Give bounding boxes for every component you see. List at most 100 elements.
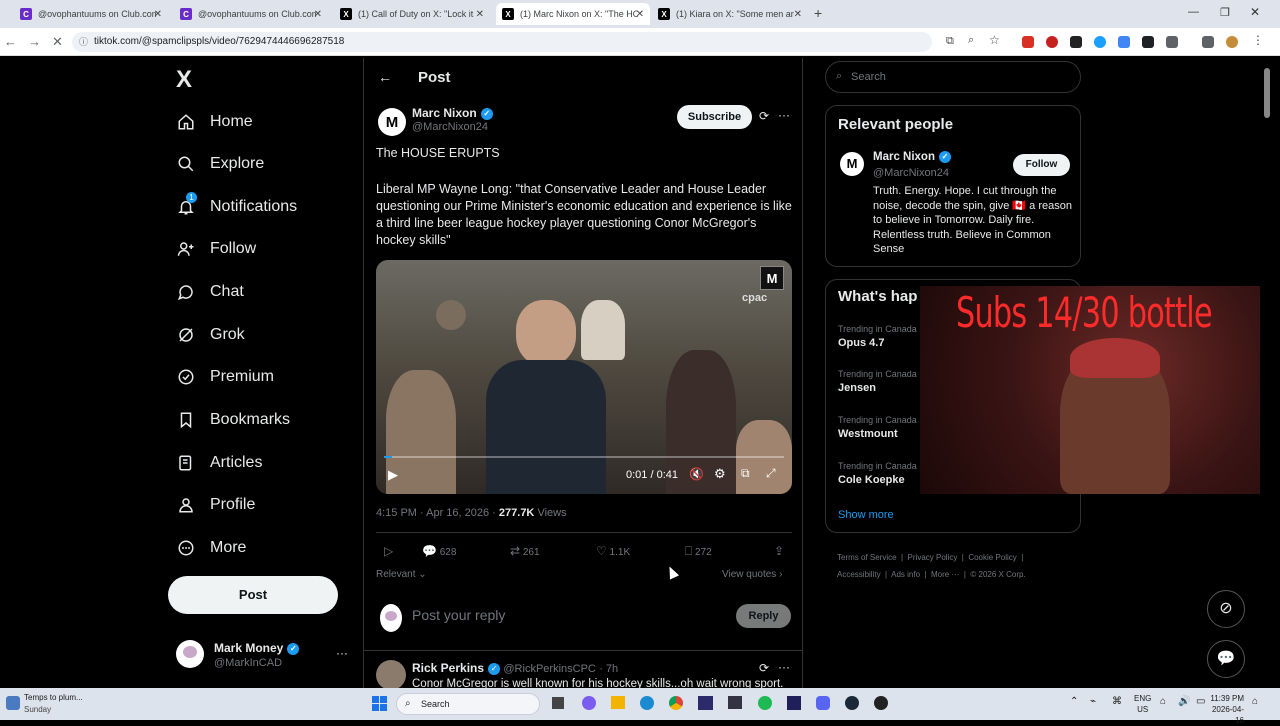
nav-notifications[interactable]: 1 Notifications xyxy=(176,192,297,217)
post-button[interactable]: Post xyxy=(168,576,338,614)
footer-link[interactable]: Cookie Policy xyxy=(968,553,1016,562)
nav-more[interactable]: More xyxy=(176,538,246,558)
task-view-icon[interactable] xyxy=(552,697,564,709)
play-icon[interactable]: ▶ xyxy=(388,467,398,483)
windows-start-icon[interactable] xyxy=(372,696,388,712)
author-handle[interactable]: @MarcNixon24 xyxy=(412,121,488,133)
reply-more-icon[interactable]: ··· xyxy=(778,660,790,674)
bookmark-star-icon[interactable]: ☆ xyxy=(989,33,1000,47)
tray-overflow-icon[interactable]: ⌃ xyxy=(1070,696,1078,707)
follow-button[interactable]: Follow xyxy=(1013,154,1070,176)
nav-follow[interactable]: Follow xyxy=(176,239,256,259)
nav-grok[interactable]: Grok xyxy=(176,325,245,345)
battery-icon[interactable]: ▭ xyxy=(1196,696,1205,707)
spotify-icon[interactable] xyxy=(758,696,772,710)
trend-item[interactable]: Trending in Canada Cole Koepke xyxy=(838,461,917,486)
browser-tab-3[interactable]: X (1) Call of Duty on X: "Lock it in ✕ xyxy=(334,3,490,25)
tray-app-icon[interactable]: ⌁ xyxy=(1090,696,1096,707)
tab-close-icon[interactable]: ✕ xyxy=(314,9,322,20)
reply-button[interactable]: Reply xyxy=(736,604,791,628)
search-input[interactable]: Search xyxy=(851,71,886,83)
chrome-icon[interactable] xyxy=(669,696,683,710)
pip-icon[interactable]: ⧉ xyxy=(741,466,750,481)
scrollbar-thumb[interactable] xyxy=(1264,68,1270,118)
like-action[interactable]: ♡ 1.1K xyxy=(596,544,630,558)
trend-item[interactable]: Trending in Canada Opus 4.7 xyxy=(838,324,917,349)
person-handle[interactable]: @MarcNixon24 xyxy=(873,167,949,179)
back-icon[interactable]: ← xyxy=(4,34,17,49)
nav-chat[interactable]: Chat xyxy=(176,282,244,302)
settings-gear-icon[interactable]: ⚙ xyxy=(714,466,726,482)
app-next-icon[interactable] xyxy=(698,696,713,710)
extension-3-icon[interactable] xyxy=(1070,36,1082,48)
extension-2-icon[interactable] xyxy=(1046,36,1058,48)
reply-action[interactable]: 💬 628 xyxy=(422,544,456,558)
discord-icon[interactable] xyxy=(816,696,830,710)
reply-author-avatar[interactable] xyxy=(376,660,406,688)
maximize-icon[interactable]: ❐ xyxy=(1220,6,1230,19)
grok-fab-icon[interactable]: ⊘ xyxy=(1207,590,1245,628)
grok-explain-icon[interactable]: ⟳ xyxy=(759,661,769,675)
author-name-row[interactable]: Marc Nixon ✓ xyxy=(412,106,493,120)
search-box[interactable]: ⌕ Search xyxy=(825,61,1081,93)
clock[interactable]: 11:39 PM 2026-04-16 xyxy=(1206,693,1244,726)
footer-link[interactable]: More ··· xyxy=(931,570,959,579)
reading-list-icon[interactable] xyxy=(1202,36,1214,48)
trend-item[interactable]: Trending in Canada Jensen xyxy=(838,369,917,394)
browser-tab-2[interactable]: C @ovophantuums on Club.com ✕ xyxy=(174,3,328,25)
view-count-play-icon[interactable]: ▷ xyxy=(384,544,393,558)
taskbar-search[interactable]: ⌕ Search xyxy=(396,693,540,715)
tab-close-icon[interactable]: ✕ xyxy=(636,9,644,20)
footer-link[interactable]: Terms of Service xyxy=(837,553,897,562)
browser-tab-4-active[interactable]: X (1) Marc Nixon on X: "The HOU ✕ xyxy=(496,3,650,25)
copilot-icon[interactable] xyxy=(582,696,596,710)
profile-avatar-icon[interactable] xyxy=(1226,36,1238,48)
reply-author-handle[interactable]: @RickPerkinsCPC xyxy=(503,663,595,675)
extension-6-icon[interactable] xyxy=(1142,36,1154,48)
extension-1-icon[interactable] xyxy=(1022,36,1034,48)
x-logo-icon[interactable]: X xyxy=(176,66,192,94)
new-tab-button[interactable]: + xyxy=(814,5,822,21)
repost-action[interactable]: ⇄ 261 xyxy=(510,544,540,558)
install-icon[interactable]: ⧉ xyxy=(946,35,954,48)
nav-home[interactable]: Home xyxy=(176,112,253,132)
footer-link[interactable]: Ads info xyxy=(891,570,920,579)
reply-input[interactable]: Post your reply xyxy=(412,607,652,627)
sort-dropdown[interactable]: Relevant ⌄ xyxy=(376,569,427,580)
extension-4-icon[interactable] xyxy=(1094,36,1106,48)
nav-profile[interactable]: Profile xyxy=(176,495,255,515)
mute-icon[interactable]: 🔇 xyxy=(689,467,704,481)
messages-fab-icon[interactable]: 💬 xyxy=(1207,640,1245,678)
window-close-icon[interactable]: ✕ xyxy=(1250,5,1260,19)
app-monitor-icon[interactable] xyxy=(728,696,742,709)
tray-app-icon[interactable]: ⌘ xyxy=(1112,696,1122,707)
volume-icon[interactable]: 🔊 xyxy=(1178,696,1190,707)
nav-premium[interactable]: Premium xyxy=(176,367,274,387)
browser-menu-icon[interactable]: ⋮ xyxy=(1252,33,1264,47)
language-indicator[interactable]: ENG US xyxy=(1134,693,1151,715)
extension-5-icon[interactable] xyxy=(1118,36,1130,48)
post-more-icon[interactable]: ··· xyxy=(778,108,790,122)
page-scrollbar[interactable] xyxy=(1260,58,1280,688)
trend-item[interactable]: Trending in Canada Westmount xyxy=(838,415,917,440)
grok-explain-icon[interactable]: ⟳ xyxy=(759,109,769,123)
view-quotes-link[interactable]: View quotes › xyxy=(722,569,782,580)
browser-tab-1[interactable]: C @ovophantuums on Club.com ✕ xyxy=(14,3,168,25)
fullscreen-icon[interactable]: ⤢ xyxy=(766,466,776,481)
tab-close-icon[interactable]: ✕ xyxy=(794,9,802,20)
video-progress-track[interactable] xyxy=(384,456,784,458)
stop-icon[interactable]: ✕ xyxy=(52,34,63,50)
notifications-tray-icon[interactable]: ⌂ xyxy=(1252,696,1258,707)
person-avatar[interactable]: M xyxy=(840,152,864,176)
share-icon[interactable]: ⇪ xyxy=(774,544,784,558)
premiere-icon[interactable] xyxy=(787,696,801,710)
nav-explore[interactable]: Explore xyxy=(176,154,264,174)
author-avatar[interactable]: M xyxy=(378,108,406,136)
nav-bookmarks[interactable]: Bookmarks xyxy=(176,410,290,430)
browser-tab-5[interactable]: X (1) Kiara on X: "Some men are ✕ xyxy=(652,3,808,25)
footer-link[interactable]: Accessibility xyxy=(837,570,881,579)
reply-author-name[interactable]: Rick Perkins xyxy=(412,661,484,675)
tab-close-icon[interactable]: ✕ xyxy=(476,9,484,20)
video-player[interactable]: M cpac ▶ 0:01 / 0:41 🔇 ⚙ ⧉ ⤢ xyxy=(376,260,792,494)
steam-icon[interactable] xyxy=(845,696,859,710)
